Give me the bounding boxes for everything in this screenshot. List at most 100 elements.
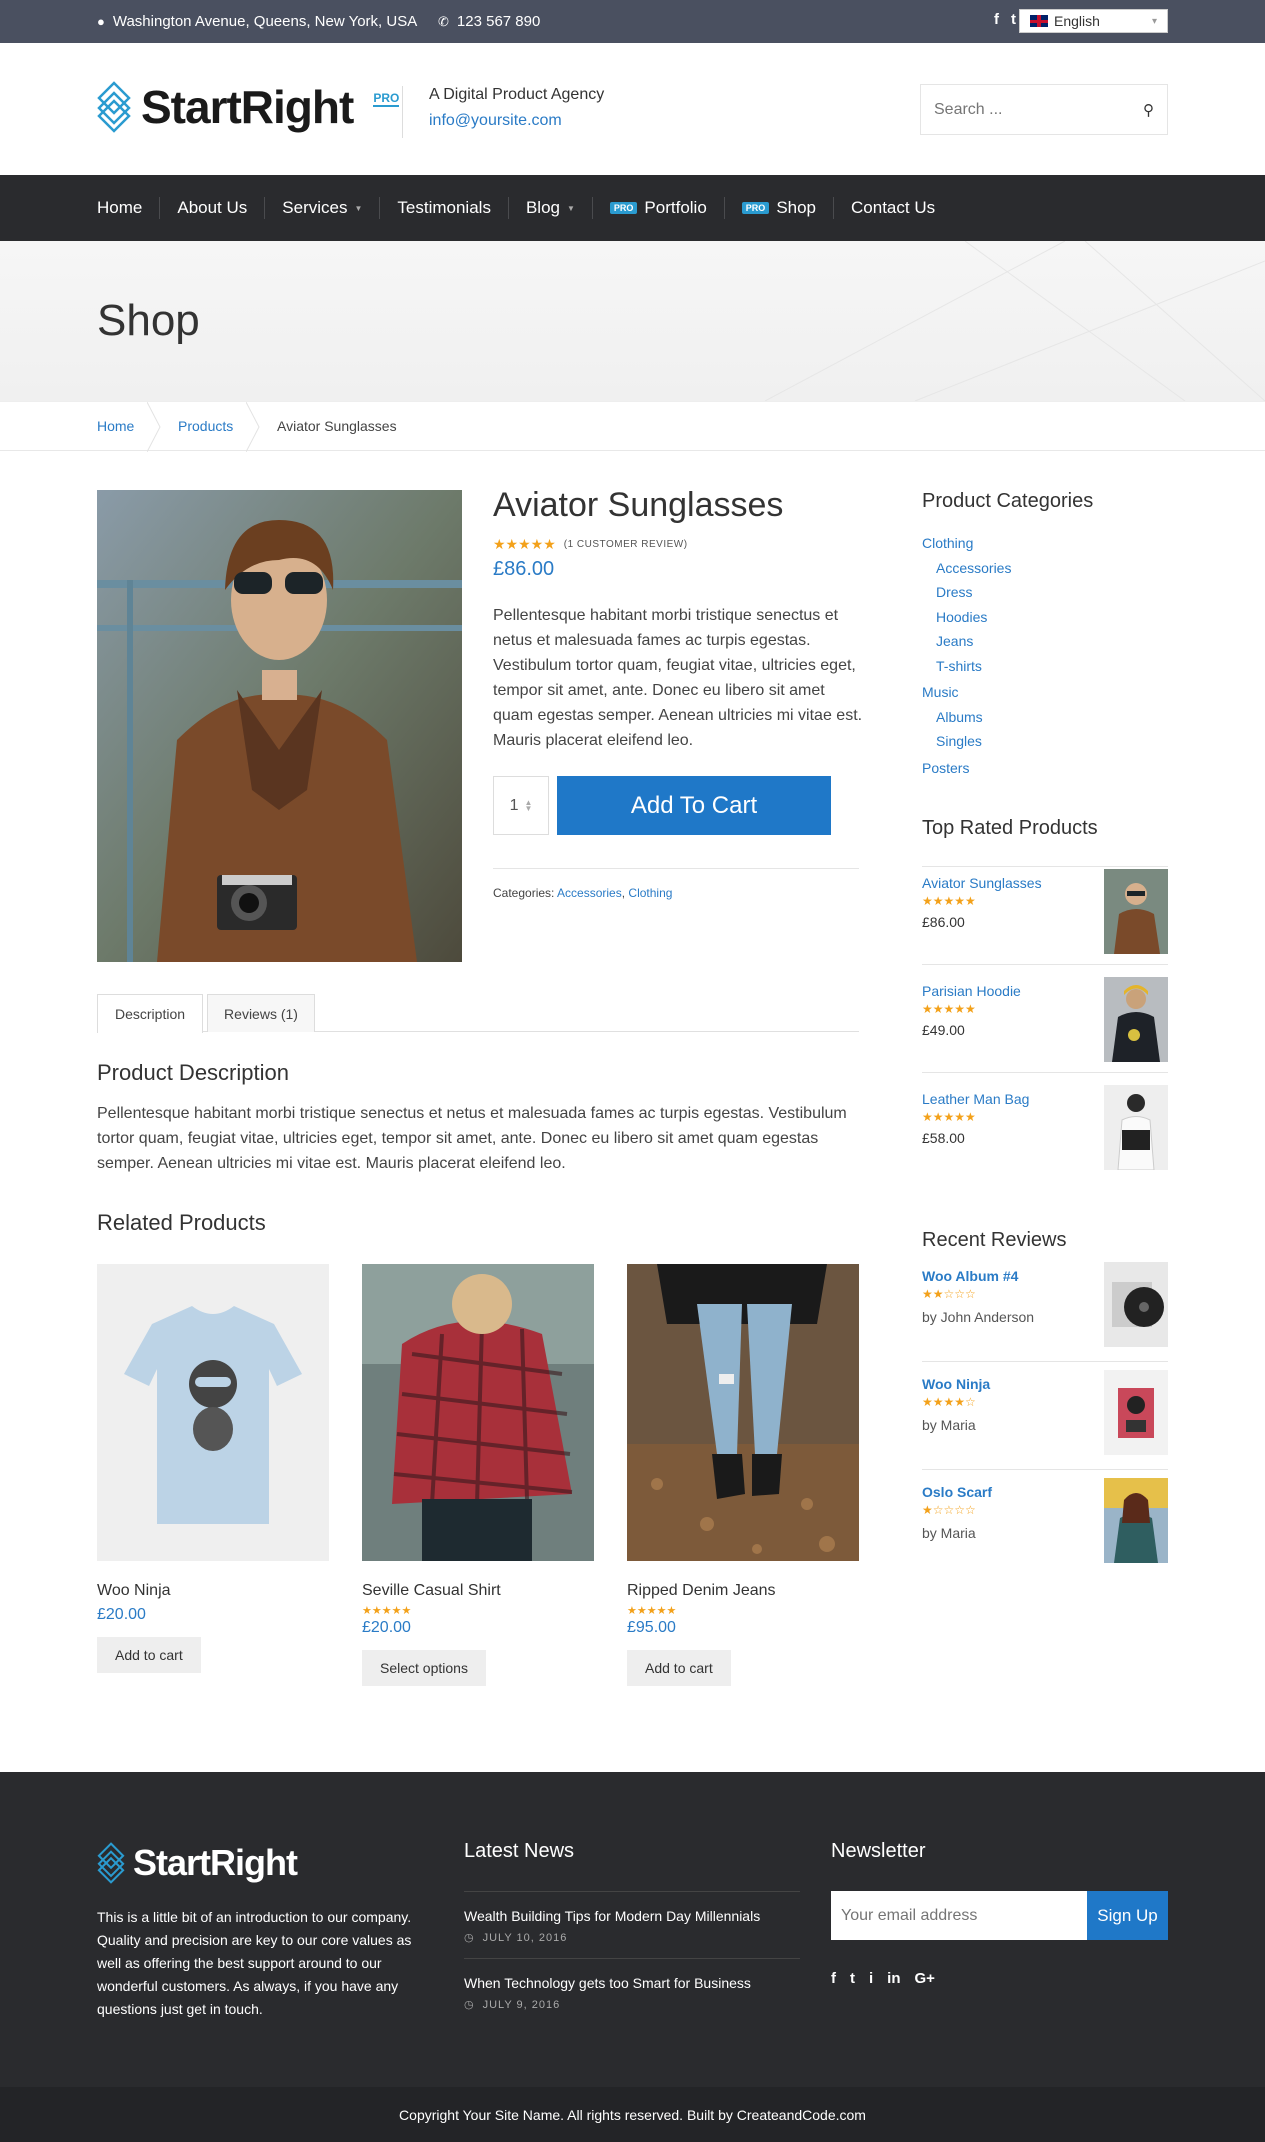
- header-email-link[interactable]: info@yoursite.com: [429, 112, 604, 130]
- category-singles[interactable]: Singles: [922, 729, 1168, 754]
- category-tshirts[interactable]: T-shirts: [922, 654, 1168, 679]
- instagram-icon[interactable]: i: [869, 1970, 873, 1987]
- quantity-stepper[interactable]: 1 ▲ ▼: [493, 776, 549, 835]
- top-rated-thumbnail[interactable]: [1104, 869, 1168, 954]
- review-author: by Maria: [922, 1417, 976, 1433]
- site-logo[interactable]: StartRight PRO: [97, 80, 400, 134]
- search-input[interactable]: [934, 100, 1134, 119]
- rating-stars: ★★☆☆☆: [922, 1287, 976, 1301]
- review-thumbnail[interactable]: [1104, 1262, 1168, 1347]
- top-bar: ● Washington Avenue, Queens, New York, U…: [0, 0, 1265, 43]
- review-count-link[interactable]: (1 CUSTOMER REVIEW): [564, 539, 688, 550]
- pro-badge: PRO: [609, 202, 638, 214]
- nav-blog[interactable]: Blog ▼: [507, 197, 592, 219]
- breadcrumb-separator: [246, 402, 260, 452]
- product-photo: [97, 490, 462, 962]
- nav-home[interactable]: Home: [97, 197, 159, 219]
- add-to-cart-button[interactable]: Add To Cart: [557, 776, 831, 835]
- related-product-image[interactable]: [627, 1264, 859, 1561]
- select-options-button[interactable]: Select options: [362, 1650, 486, 1686]
- tab-reviews[interactable]: Reviews (1): [207, 994, 315, 1032]
- rating-stars: ★★★★★: [493, 536, 556, 552]
- review-item: Woo Ninja ★★★★☆ by Maria: [922, 1370, 1168, 1466]
- facebook-icon[interactable]: f: [831, 1970, 836, 1987]
- nav-about-us[interactable]: About Us: [159, 197, 264, 219]
- nav-portfolio[interactable]: PRO Portfolio: [591, 197, 724, 219]
- thumb-photo: [1104, 977, 1168, 1062]
- top-rated-name[interactable]: Parisian Hoodie: [922, 983, 1021, 999]
- review-thumbnail[interactable]: [1104, 1370, 1168, 1455]
- footer-logo[interactable]: StartRight: [97, 1842, 298, 1884]
- product-image[interactable]: [97, 490, 462, 962]
- nav-label: About Us: [177, 198, 248, 217]
- news-title[interactable]: Wealth Building Tips for Modern Day Mill…: [464, 1908, 800, 1924]
- top-rated-thumbnail[interactable]: [1104, 977, 1168, 1062]
- review-product-name[interactable]: Oslo Scarf: [922, 1484, 992, 1500]
- phone-icon: ✆: [438, 13, 449, 29]
- category-dress[interactable]: Dress: [922, 580, 1168, 605]
- nav-contact-us[interactable]: Contact Us: [833, 197, 952, 219]
- related-product-image[interactable]: [362, 1264, 594, 1561]
- footer-about: This is a little bit of an introduction …: [97, 1909, 412, 2017]
- twitter-icon[interactable]: t: [1011, 11, 1016, 28]
- tab-description[interactable]: Description: [97, 994, 203, 1033]
- twitter-icon[interactable]: t: [850, 1970, 855, 1987]
- copyright-bar: Copyright Your Site Name. All rights res…: [0, 2087, 1265, 2142]
- thumb-photo: [1104, 1370, 1168, 1455]
- top-rated-name[interactable]: Aviator Sunglasses: [922, 875, 1042, 891]
- googleplus-icon[interactable]: G+: [915, 1970, 935, 1987]
- spinner-arrows-icon[interactable]: ▲ ▼: [524, 798, 532, 812]
- category-posters[interactable]: Posters: [922, 756, 1168, 781]
- linkedin-icon[interactable]: in: [887, 1970, 900, 1987]
- review-product-name[interactable]: Woo Ninja: [922, 1376, 990, 1392]
- sign-up-button[interactable]: Sign Up: [1087, 1891, 1168, 1940]
- related-product-name[interactable]: Woo Ninja: [97, 1582, 329, 1600]
- category-link-clothing[interactable]: Clothing: [628, 886, 672, 900]
- jeans-photo: [627, 1264, 859, 1561]
- category-accessories[interactable]: Accessories: [922, 556, 1168, 581]
- nav-services[interactable]: Services ▼: [264, 197, 379, 219]
- globe-icon: ●: [97, 14, 105, 29]
- add-to-cart-button[interactable]: Add to cart: [627, 1650, 731, 1686]
- top-rated-thumbnail[interactable]: [1104, 1085, 1168, 1170]
- related-product-image[interactable]: [97, 1264, 329, 1561]
- main-nav: Home About Us Services ▼ Testimonials Blo…: [0, 175, 1265, 241]
- top-rated-item: Aviator Sunglasses ★★★★★ £86.00: [922, 869, 1168, 965]
- nav-shop[interactable]: PRO Shop: [723, 197, 833, 219]
- review-thumbnail[interactable]: [1104, 1478, 1168, 1563]
- related-product-name[interactable]: Seville Casual Shirt: [362, 1582, 594, 1600]
- product-short-description: Pellentesque habitant morbi tristique se…: [493, 607, 863, 749]
- breadcrumb-separator: [147, 402, 161, 452]
- top-rated-name[interactable]: Leather Man Bag: [922, 1091, 1029, 1107]
- product-tabs: Description Reviews (1): [97, 994, 859, 1033]
- breadcrumb-products[interactable]: Products: [178, 418, 233, 434]
- add-to-cart-button[interactable]: Add to cart: [97, 1637, 201, 1673]
- category-hoodies[interactable]: Hoodies: [922, 605, 1168, 630]
- related-product-name[interactable]: Ripped Denim Jeans: [627, 1582, 859, 1600]
- nav-label: Home: [97, 198, 143, 217]
- news-date-text: JULY 10, 2016: [482, 1931, 568, 1944]
- category-link-accessories[interactable]: Accessories: [557, 886, 622, 900]
- breadcrumb-home[interactable]: Home: [97, 418, 134, 434]
- news-title[interactable]: When Technology gets too Smart for Busin…: [464, 1975, 800, 1991]
- language-select[interactable]: English ▾: [1019, 9, 1168, 33]
- logo-diamond-icon: [97, 1842, 125, 1884]
- review-product-name[interactable]: Woo Album #4: [922, 1268, 1018, 1284]
- search-icon[interactable]: ⚲: [1143, 101, 1154, 119]
- review-item: Oslo Scarf ★☆☆☆☆ by Maria: [922, 1478, 1168, 1574]
- news-date: ◷ JULY 10, 2016: [464, 1931, 800, 1945]
- nav-testimonials[interactable]: Testimonials: [379, 197, 508, 219]
- category-clothing[interactable]: Clothing: [922, 531, 1168, 556]
- category-list: Clothing Accessories Dress Hoodies Jeans…: [922, 531, 1168, 780]
- news-date: ◷ JULY 9, 2016: [464, 1998, 800, 2012]
- facebook-icon[interactable]: f: [994, 11, 999, 28]
- copyright-text: Copyright Your Site Name. All rights res…: [399, 2106, 866, 2123]
- latest-news-heading: Latest News: [464, 1840, 575, 1862]
- divider: [922, 1361, 1168, 1362]
- top-rated-item: Leather Man Bag ★★★★★ £58.00: [922, 1085, 1168, 1181]
- email-field[interactable]: [831, 1891, 1087, 1940]
- category-music[interactable]: Music: [922, 680, 1168, 705]
- divider: [922, 1257, 1168, 1258]
- category-jeans[interactable]: Jeans: [922, 629, 1168, 654]
- category-albums[interactable]: Albums: [922, 705, 1168, 730]
